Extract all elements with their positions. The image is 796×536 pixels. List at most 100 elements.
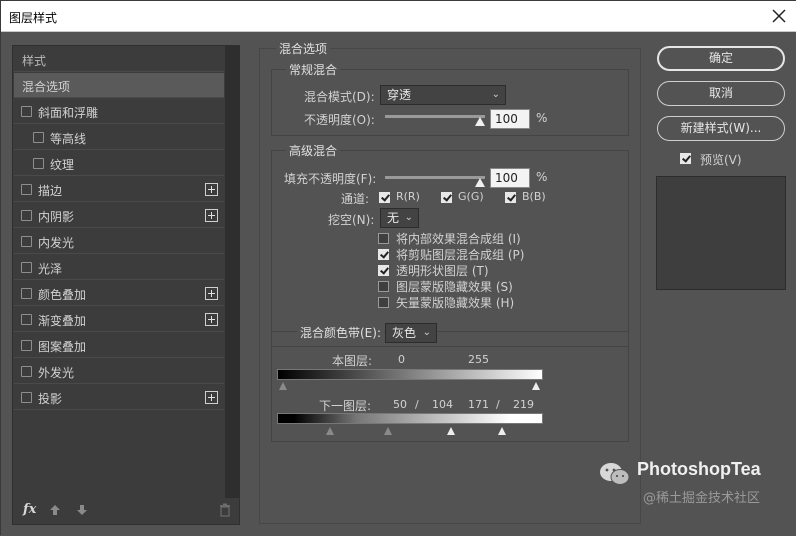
channel-g-checkbox[interactable]: [441, 192, 452, 203]
trash-icon[interactable]: [219, 503, 231, 517]
vector-mask-hides-effects-checkbox[interactable]: [378, 297, 389, 308]
fx-icon[interactable]: fx: [23, 502, 36, 517]
channel-b-checkbox[interactable]: [505, 192, 516, 203]
style-item-checkbox[interactable]: [21, 392, 32, 403]
this-layer-white-slider[interactable]: [532, 382, 540, 390]
channels-label: 通道:: [341, 192, 370, 206]
fill-opacity-label: 填充不透明度(F):: [284, 172, 377, 186]
style-item-checkbox[interactable]: [21, 314, 32, 325]
style-item-9[interactable]: 颜色叠加: [14, 281, 224, 306]
style-item-checkbox[interactable]: [21, 340, 32, 351]
style-item-11[interactable]: 图案叠加: [14, 333, 224, 358]
fill-opacity-unit: %: [536, 170, 548, 184]
style-item-3[interactable]: 等高线: [14, 125, 224, 150]
blend-interior-effects-checkbox[interactable]: [378, 233, 389, 244]
watermark-title: PhotoshopTea: [637, 459, 761, 479]
underlying-black-slider-left[interactable]: [326, 427, 334, 435]
transparency-shapes-layer-checkbox[interactable]: [378, 265, 389, 276]
add-effect-icon[interactable]: [205, 391, 218, 404]
blend-mode-label: 混合模式(D):: [304, 90, 375, 104]
add-effect-icon[interactable]: [205, 183, 218, 196]
style-item-label: 光泽: [38, 262, 63, 276]
style-item-checkbox[interactable]: [33, 158, 44, 169]
style-item-13[interactable]: 投影: [14, 385, 224, 410]
style-item-1[interactable]: 混合选项: [14, 73, 224, 98]
style-item-4[interactable]: 纹理: [14, 151, 224, 176]
style-item-checkbox[interactable]: [21, 184, 32, 195]
watermark: PhotoshopTea @稀土掘金技术社区: [599, 459, 794, 529]
move-up-icon[interactable]: [49, 504, 61, 516]
style-item-checkbox[interactable]: [21, 236, 32, 247]
style-item-checkbox[interactable]: [21, 288, 32, 299]
underlying-white-slider-right[interactable]: [498, 427, 506, 435]
blend-clipped-layers-checkbox[interactable]: [378, 249, 389, 260]
style-item-label: 样式: [22, 54, 47, 68]
add-effect-icon[interactable]: [205, 209, 218, 222]
style-item-5[interactable]: 描边: [14, 177, 224, 202]
style-item-label: 外发光: [38, 366, 75, 380]
opacity-input[interactable]: 100: [490, 109, 530, 129]
cancel-button[interactable]: 取消: [657, 81, 785, 106]
opacity-slider-thumb[interactable]: [475, 117, 485, 126]
blend-if-value: 灰色: [392, 326, 417, 340]
add-effect-icon[interactable]: [205, 313, 218, 326]
ok-button[interactable]: 确定: [657, 46, 785, 71]
style-item-10[interactable]: 渐变叠加: [14, 307, 224, 332]
style-item-6[interactable]: 内阴影: [14, 203, 224, 228]
close-icon[interactable]: [769, 6, 789, 26]
underlying-value-1: 50: [393, 398, 407, 411]
opacity-slider-track[interactable]: [385, 115, 485, 118]
layer-style-dialog: 图层样式 样式混合选项斜面和浮雕等高线纹理描边内阴影内发光光泽颜色叠加 渐变叠加图…: [0, 0, 796, 536]
style-item-label: 纹理: [50, 158, 75, 172]
layer-mask-hides-effects-checkbox[interactable]: [378, 281, 389, 292]
add-effect-icon[interactable]: [205, 287, 218, 300]
vector-mask-hides-effects-label: 矢量蒙版隐藏效果 (H): [396, 296, 515, 310]
style-preview-box: [656, 176, 786, 290]
underlying-value-4: 219: [513, 398, 534, 411]
style-item-8[interactable]: 光泽: [14, 255, 224, 280]
underlying-separator-2: /: [496, 398, 500, 411]
opacity-label: 不透明度(O):: [304, 113, 375, 127]
style-item-label: 斜面和浮雕: [38, 106, 99, 120]
transparency-shapes-layer-label: 透明形状图层 (T): [396, 264, 489, 278]
style-item-label: 内阴影: [38, 210, 75, 224]
blend-mode-dropdown[interactable]: 穿透 ⌄: [380, 85, 506, 105]
style-item-label: 描边: [38, 184, 63, 198]
channel-r-checkbox[interactable]: [379, 192, 390, 203]
style-item-checkbox[interactable]: [21, 262, 32, 273]
style-item-checkbox[interactable]: [21, 366, 32, 377]
style-item-7[interactable]: 内发光: [14, 229, 224, 254]
preview-label: 预览(V): [700, 153, 742, 167]
this-layer-label: 本图层:: [332, 354, 373, 368]
style-item-checkbox[interactable]: [21, 210, 32, 221]
style-item-2[interactable]: 斜面和浮雕: [14, 99, 224, 124]
fill-opacity-input[interactable]: 100: [490, 168, 530, 188]
blend-interior-effects-label: 将内部效果混合成组 (I): [396, 232, 521, 246]
styles-list-scrollbar[interactable]: [225, 46, 239, 498]
move-down-icon[interactable]: [76, 504, 88, 516]
underlying-black-slider-right[interactable]: [384, 427, 392, 435]
channel-g-label: G(G): [458, 190, 484, 203]
style-item-label: 图案叠加: [38, 340, 87, 354]
underlying-value-3: 171: [468, 398, 489, 411]
blend-if-dropdown[interactable]: 灰色 ⌄: [385, 323, 437, 343]
this-layer-black-slider[interactable]: [279, 382, 287, 390]
underlying-white-slider-left[interactable]: [447, 427, 455, 435]
styles-list-toolbar: fx: [13, 498, 239, 524]
channel-b-label: B(B): [522, 190, 546, 203]
style-item-checkbox[interactable]: [21, 106, 32, 117]
title-bar: 图层样式: [1, 1, 796, 32]
fill-opacity-slider-thumb[interactable]: [475, 178, 485, 187]
fill-opacity-slider-track[interactable]: [385, 176, 485, 179]
underlying-value-2: 104: [432, 398, 453, 411]
style-item-0[interactable]: 样式: [14, 47, 224, 72]
dialog-title: 图层样式: [9, 11, 58, 25]
style-item-12[interactable]: 外发光: [14, 359, 224, 384]
new-style-button[interactable]: 新建样式(W)...: [657, 116, 785, 141]
chevron-down-icon: ⌄: [422, 327, 431, 338]
watermark-subtitle: @稀土掘金技术社区: [643, 491, 761, 506]
style-item-checkbox[interactable]: [33, 132, 44, 143]
preview-checkbox[interactable]: [680, 153, 691, 164]
knockout-dropdown[interactable]: 无 ⌄: [380, 208, 419, 228]
blend-if-label: 混合颜色带(E):: [297, 324, 384, 341]
